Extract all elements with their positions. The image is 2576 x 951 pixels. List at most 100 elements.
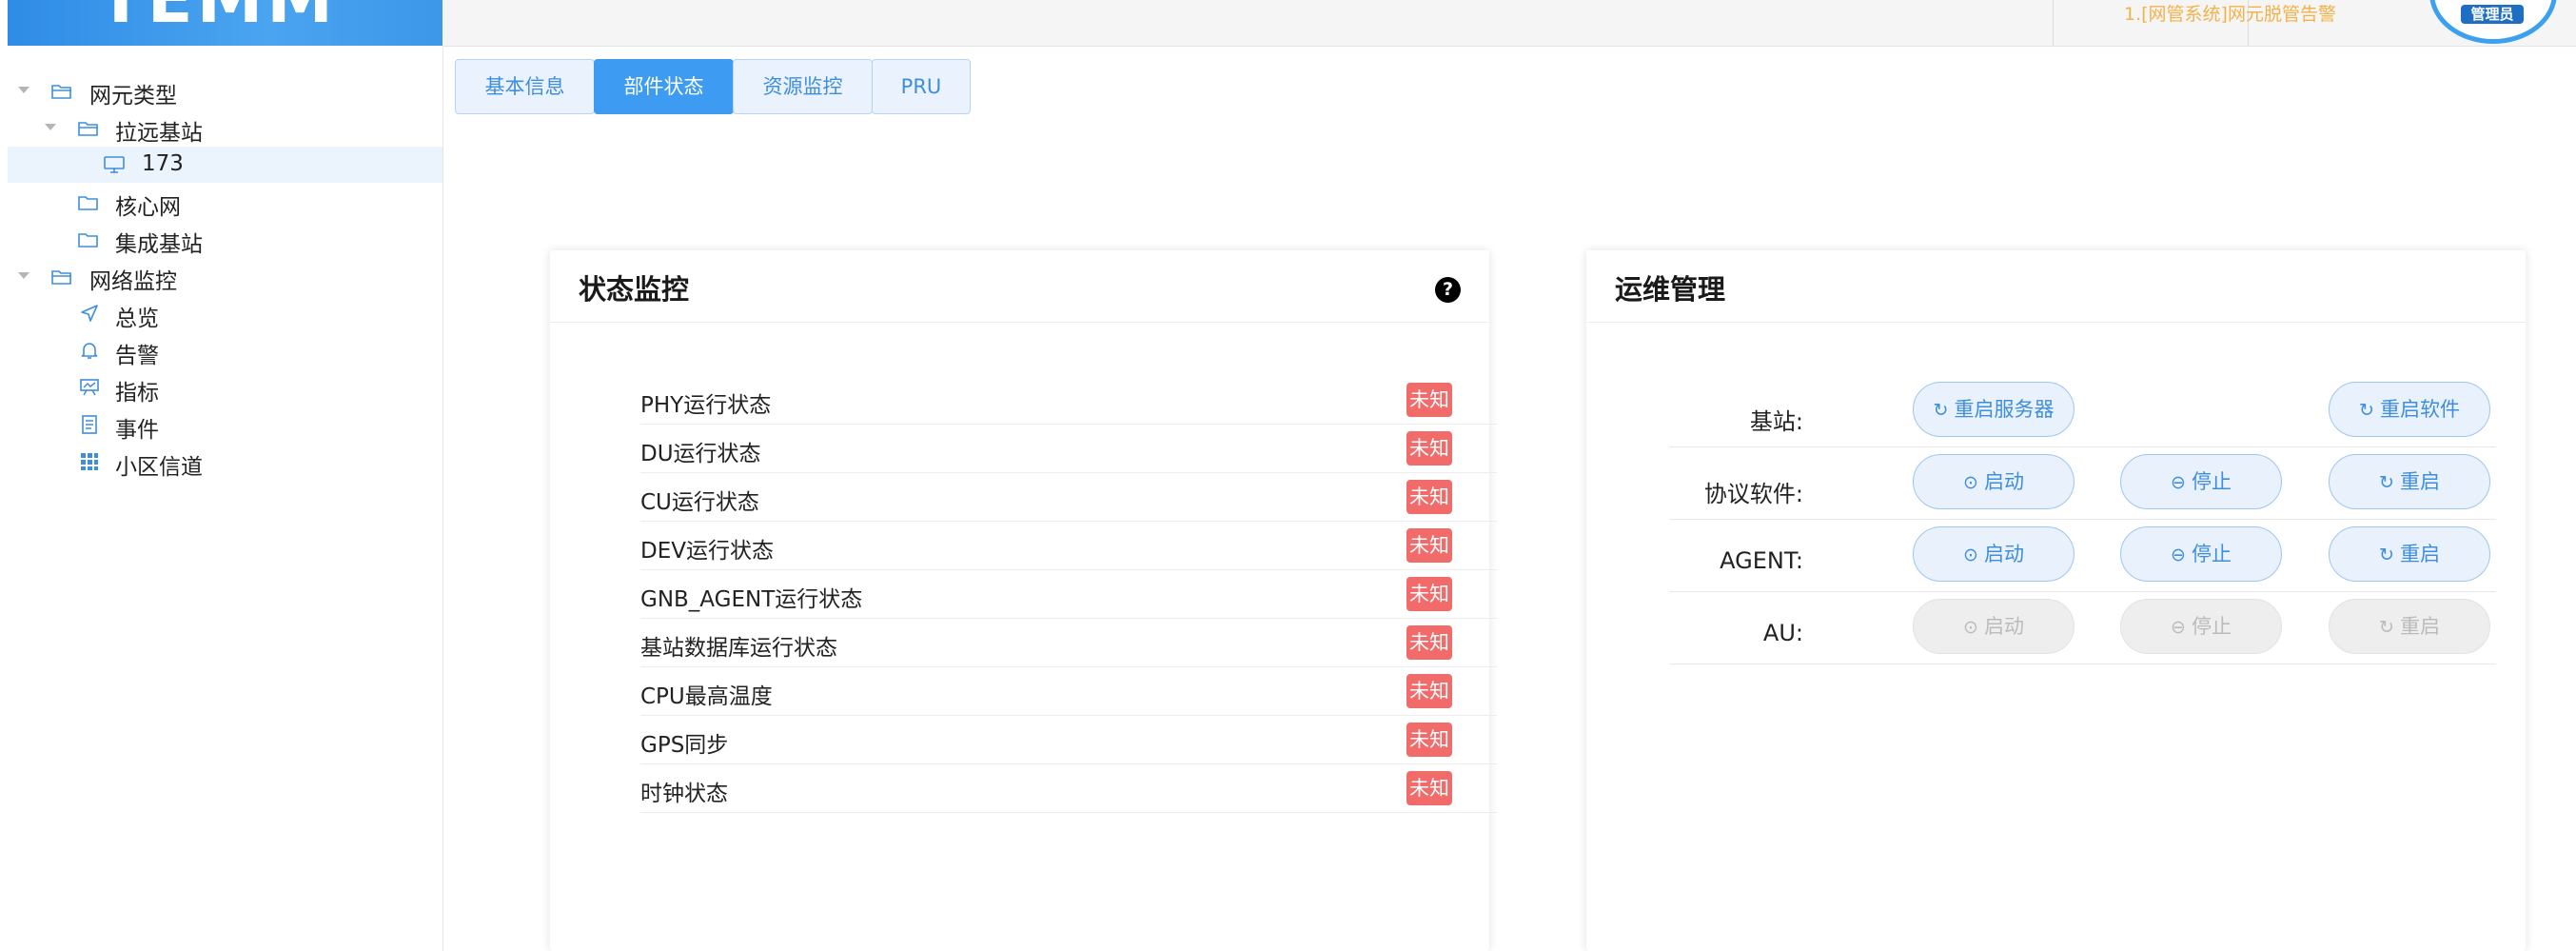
- grid-icon: [80, 452, 99, 477]
- monitor-icon: [103, 155, 126, 180]
- status-badge: 未知: [1406, 674, 1452, 708]
- status-row: PHY运行状态 未知: [640, 375, 1497, 425]
- restart-software-button[interactable]: ↻ 重启软件: [2329, 382, 2490, 437]
- tree-node-overview[interactable]: 总览: [8, 295, 442, 331]
- user-role-badge: 管理员: [2461, 5, 2524, 24]
- ops-row-au: AU: ⊙ 启动 ⊖ 停止 ↻ 重启: [1670, 591, 2496, 664]
- panel-title: 运维管理: [1615, 273, 1726, 306]
- folder-open-icon: [51, 267, 72, 291]
- tree-node-label: 网元类型: [89, 84, 177, 109]
- button-label: 停止: [2191, 543, 2232, 565]
- panel-header: 状态监控 ?: [550, 250, 1489, 323]
- status-badge: 未知: [1406, 625, 1452, 660]
- ops-row-base-station: 基站: ↻ 重启服务器 ↻ 重启软件: [1670, 374, 2496, 447]
- status-badge: 未知: [1406, 431, 1452, 466]
- stop-button[interactable]: ⊖ 停止: [2120, 526, 2282, 582]
- button-label: 启动: [1983, 615, 2024, 638]
- stop-button[interactable]: ⊖ 停止: [2120, 454, 2282, 509]
- status-badge: 未知: [1406, 577, 1452, 611]
- restart-button[interactable]: ↻ 重启: [2329, 526, 2490, 582]
- restart-button-disabled: ↻ 重启: [2329, 599, 2490, 654]
- status-row: 时钟状态 未知: [640, 763, 1497, 813]
- ops-row-protocol-software: 协议软件: ⊙ 启动 ⊖ 停止 ↻ 重启: [1670, 446, 2496, 520]
- status-badge: 未知: [1406, 771, 1452, 805]
- button-label: 重启软件: [2379, 398, 2460, 421]
- restart-server-button[interactable]: ↻ 重启服务器: [1913, 382, 2075, 437]
- panel-title: 状态监控: [579, 273, 690, 306]
- refresh-icon: ↻: [1933, 400, 1949, 421]
- status-badge: 未知: [1406, 723, 1452, 757]
- button-label: 重启: [2399, 470, 2440, 493]
- restart-button[interactable]: ↻ 重启: [2329, 454, 2490, 509]
- caret-down-icon[interactable]: [45, 124, 56, 130]
- status-badge: 未知: [1406, 480, 1452, 514]
- bell-icon: [80, 341, 99, 366]
- tree-node-label: 指标: [115, 381, 159, 406]
- alarm-message[interactable]: 1.[网管系统]网元脱管告警: [2124, 0, 2336, 25]
- status-row: DU运行状态 未知: [640, 424, 1497, 473]
- tree-node-integrated-station[interactable]: 集成基站: [8, 221, 442, 257]
- tree-node-metrics[interactable]: 指标: [8, 369, 442, 406]
- ops-row-label: AGENT:: [1720, 547, 1803, 574]
- presentation-chart-icon: [79, 378, 100, 403]
- tab-resource-monitor[interactable]: 资源监控: [733, 59, 873, 114]
- tree-node-cell-channel[interactable]: 小区信道: [8, 444, 442, 480]
- status-name: GNB_AGENT运行状态: [640, 587, 863, 612]
- status-row: 基站数据库运行状态 未知: [640, 618, 1497, 667]
- status-name: DU运行状态: [640, 442, 761, 466]
- status-row: DEV运行状态 未知: [640, 521, 1497, 570]
- refresh-icon: ↻: [2379, 617, 2394, 638]
- tree-node-remote-station[interactable]: 拉远基站: [8, 109, 442, 146]
- ops-management-panel: 运维管理 基站: ↻ 重启服务器 ↻ 重启软件 协议软件: ⊙ 启动 ⊖ 停止 ↻ 重启 …: [1586, 250, 2526, 951]
- status-badge: 未知: [1406, 383, 1452, 417]
- tree-node-label: 集成基站: [115, 232, 203, 257]
- status-monitor-panel: 状态监控 ? PHY运行状态 未知 DU运行状态 未知 CU运行状态 未知 DE…: [550, 250, 1497, 951]
- tree-node-173[interactable]: 173: [8, 147, 442, 183]
- folder-open-icon: [78, 118, 99, 143]
- ops-row-label: 基站:: [1749, 408, 1803, 435]
- status-row: GNB_AGENT运行状态 未知: [640, 569, 1497, 619]
- check-circle-icon: ⊙: [1963, 472, 1978, 493]
- check-circle-icon: ⊙: [1963, 545, 1978, 565]
- app-logo: TEMM: [8, 0, 442, 46]
- status-name: DEV运行状态: [640, 539, 774, 564]
- status-name: CU运行状态: [640, 490, 759, 515]
- tree-node-label: 告警: [115, 344, 159, 368]
- tab-basic-info[interactable]: 基本信息: [455, 59, 595, 114]
- button-label: 重启: [2399, 543, 2440, 565]
- status-row: CU运行状态 未知: [640, 472, 1497, 522]
- button-label: 重启服务器: [1954, 398, 2055, 421]
- start-button-disabled: ⊙ 启动: [1913, 599, 2075, 654]
- tab-component-status[interactable]: 部件状态: [594, 59, 734, 114]
- start-button[interactable]: ⊙ 启动: [1913, 526, 2075, 582]
- logo-text: TEMM: [98, 0, 337, 38]
- question-circle-icon[interactable]: ?: [1435, 277, 1461, 303]
- document-icon: [81, 415, 98, 440]
- tree-node-label: 拉远基站: [115, 121, 203, 146]
- status-name: CPU最高温度: [640, 684, 773, 709]
- button-label: 重启: [2399, 615, 2440, 638]
- folder-icon: [78, 229, 99, 254]
- tab-pru[interactable]: PRU: [872, 59, 971, 114]
- folder-open-icon: [51, 81, 72, 106]
- caret-down-icon[interactable]: [18, 87, 29, 93]
- tree-node-label: 网络监控: [89, 269, 177, 294]
- tree-node-core-network[interactable]: 核心网: [8, 184, 442, 220]
- ops-row-label: AU:: [1762, 620, 1803, 646]
- status-name: 基站数据库运行状态: [640, 636, 837, 661]
- minus-circle-icon: ⊖: [2171, 545, 2186, 565]
- caret-down-icon[interactable]: [18, 272, 29, 279]
- button-label: 启动: [1983, 543, 2024, 565]
- tree-node-label: 小区信道: [115, 455, 203, 480]
- status-name: PHY运行状态: [640, 393, 772, 418]
- ops-row-label: 协议软件:: [1703, 481, 1803, 507]
- tree-node-events[interactable]: 事件: [8, 406, 442, 443]
- tree-node-element-types[interactable]: 网元类型: [8, 72, 442, 109]
- tree-node-network-monitor[interactable]: 网络监控: [8, 258, 442, 294]
- folder-icon: [78, 192, 99, 217]
- start-button[interactable]: ⊙ 启动: [1913, 454, 2075, 509]
- status-badge: 未知: [1406, 528, 1452, 563]
- tree-node-label: 核心网: [115, 195, 181, 220]
- tree-node-label: 事件: [115, 418, 159, 443]
- tree-node-alarm[interactable]: 告警: [8, 332, 442, 368]
